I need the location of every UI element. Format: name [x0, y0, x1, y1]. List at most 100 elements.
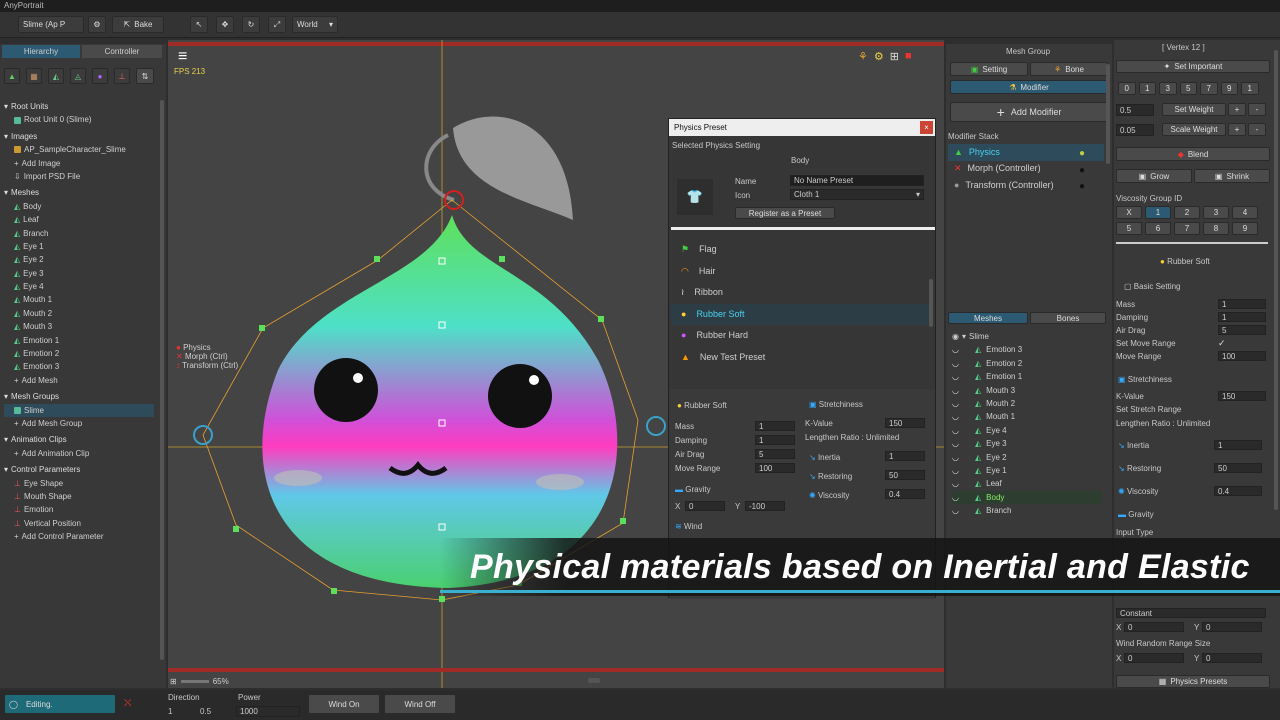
mg-item[interactable]: ◡ ◭ Eye 3 [952, 437, 1102, 450]
mass-field[interactable]: 1 [755, 421, 795, 431]
tree-item[interactable]: ◭ Branch [4, 227, 154, 240]
damping-field[interactable]: 1 [755, 435, 795, 445]
visibility-icon[interactable]: ◡ [952, 384, 962, 397]
viscosity-field[interactable]: 0.4 [1214, 486, 1262, 496]
value-button[interactable]: 5 [1179, 82, 1197, 95]
visibility-icon[interactable]: ◡ [952, 464, 962, 477]
set-important-button[interactable]: ✦ Set Important [1116, 60, 1270, 73]
x-field[interactable]: 0 [1124, 622, 1184, 632]
preset-item-rubber-soft[interactable]: ● Rubber Soft [671, 303, 929, 325]
inspector-scrollbar[interactable] [1274, 50, 1278, 510]
tree-item-selected[interactable]: Slime [4, 403, 154, 417]
tree-item[interactable]: + Add Control Parameter [4, 530, 154, 543]
tree-item[interactable]: ◭ Leaf [4, 213, 154, 226]
set-weight-button[interactable]: Set Weight [1162, 103, 1226, 116]
wy-field[interactable]: 0 [1202, 653, 1262, 663]
tree-item[interactable]: ◭ Emotion 3 [4, 360, 154, 373]
visibility-icon[interactable]: ◡ [952, 370, 962, 383]
preset-item-rubber-hard[interactable]: ● Rubber Hard [671, 325, 929, 347]
filter-image-button[interactable]: ▦ [26, 68, 42, 84]
inertia-field[interactable]: 1 [885, 451, 925, 461]
value-button[interactable]: 7 [1174, 222, 1200, 235]
vertex-handle-right[interactable] [646, 416, 666, 436]
mg-item[interactable]: ◡ ◭ Emotion 3 [952, 343, 1102, 356]
modifier-tab[interactable]: ⚗ Modifier [950, 80, 1108, 94]
moverange-field[interactable]: 100 [755, 463, 795, 473]
mg-item[interactable]: ◡ ◭ Mouth 1 [952, 410, 1102, 423]
filter-mesh-button[interactable]: ◭ [48, 68, 64, 84]
scale-weight-button[interactable]: Scale Weight [1162, 123, 1226, 136]
value-button[interactable]: 9 [1220, 82, 1238, 95]
visibility-icon[interactable]: ◡ [952, 397, 962, 410]
wx-field[interactable]: 0 [1124, 653, 1184, 663]
blend-button[interactable]: ◆ Blend [1116, 147, 1270, 161]
mg-item[interactable]: ◡ ◭ Leaf [952, 477, 1102, 490]
section-root-units[interactable]: ▾ Root Units [4, 100, 154, 113]
tree-item[interactable]: + Add Animation Clip [4, 447, 154, 460]
kvalue-field[interactable]: 150 [1218, 391, 1266, 401]
bone-tab[interactable]: ⚘ Bone [1030, 62, 1108, 76]
tree-item[interactable]: ◭ Mouth 2 [4, 307, 154, 320]
tab-controller[interactable]: Controller [82, 45, 162, 58]
value-button[interactable]: 2 [1174, 206, 1200, 219]
mg-item[interactable]: ◡ ◭ Mouth 2 [952, 397, 1102, 410]
settings-button[interactable]: ⚙ [88, 16, 106, 33]
setting-tab[interactable]: ▣ Setting [950, 62, 1028, 76]
visibility-icon[interactable]: ◡ [952, 410, 962, 423]
value-button[interactable]: 8 [1203, 222, 1229, 235]
wind-on-button[interactable]: Wind On [308, 694, 380, 714]
hierarchy-scrollbar[interactable] [160, 100, 164, 660]
inertia-field[interactable]: 1 [1214, 440, 1262, 450]
restoring-field[interactable]: 50 [1214, 463, 1262, 473]
bake-button[interactable]: ⇱ Bake [112, 16, 164, 33]
tab-hierarchy[interactable]: Hierarchy [2, 45, 80, 58]
value-button[interactable]: 9 [1232, 222, 1258, 235]
visibility-icon[interactable]: ◡ [952, 343, 962, 356]
y-field[interactable]: 0 [1202, 622, 1262, 632]
visibility-icon[interactable]: ◡ [952, 477, 962, 490]
tree-item[interactable]: Root Unit 0 (Slime) [4, 113, 154, 126]
grow-button[interactable]: ▣ Grow [1116, 169, 1192, 183]
section-control-parameters[interactable]: ▾ Control Parameters [4, 463, 154, 476]
space-dropdown[interactable]: World ▾ [292, 16, 338, 33]
tree-root[interactable]: ◉ ▾ Slime [952, 330, 1102, 343]
power-field[interactable]: 1000 [236, 706, 300, 717]
filter-all-button[interactable]: ▲ [4, 68, 20, 84]
tree-item[interactable]: + Add Image [4, 157, 154, 170]
filter-anim-button[interactable]: ● [92, 68, 108, 84]
tree-item[interactable]: ◭ Eye 2 [4, 253, 154, 266]
section-mesh-groups[interactable]: ▾ Mesh Groups [4, 390, 154, 403]
tree-item[interactable]: ◭ Emotion 2 [4, 347, 154, 360]
mg-item[interactable]: ◡ ◭ Eye 4 [952, 424, 1102, 437]
value-button[interactable]: 5 [1116, 222, 1142, 235]
shrink-button[interactable]: ▣ Shrink [1194, 169, 1270, 183]
value-button[interactable]: 1 [1145, 206, 1171, 219]
gravity-x-field[interactable]: 0 [685, 501, 725, 511]
airdrag-field[interactable]: 5 [755, 449, 795, 459]
scale-field[interactable]: 0.05 [1116, 124, 1154, 136]
preset-item-flag[interactable]: ⚑ Flag [671, 239, 929, 261]
visibility-icon[interactable]: ◡ [952, 424, 962, 437]
add-modifier-button[interactable]: + Add Modifier [950, 102, 1108, 122]
mg-item-selected[interactable]: ◡ ◭ Body [952, 490, 1102, 505]
weight-field[interactable]: 0.5 [1116, 104, 1154, 116]
damping-field[interactable]: 1 [1218, 312, 1266, 322]
icon-dropdown[interactable]: Cloth 1 ▾ [790, 189, 924, 200]
preset-item-hair[interactable]: ◠ Hair [671, 261, 929, 283]
register-preset-button[interactable]: Register as a Preset [735, 207, 835, 219]
mass-field[interactable]: 1 [1218, 299, 1266, 309]
mg-item[interactable]: ◡ ◭ Eye 2 [952, 451, 1102, 464]
airdrag-field[interactable]: 5 [1218, 325, 1266, 335]
value-button[interactable]: 4 [1232, 206, 1258, 219]
section-animation-clips[interactable]: ▾ Animation Clips [4, 433, 154, 446]
wind-off-button[interactable]: Wind Off [384, 694, 456, 714]
visibility-icon[interactable]: ◡ [952, 357, 962, 370]
tree-item[interactable]: ⊥ Vertical Position [4, 517, 154, 530]
tree-item[interactable]: ◭ Eye 1 [4, 240, 154, 253]
mesh-group-scrollbar[interactable] [1106, 64, 1110, 164]
constant-dropdown[interactable]: Constant [1116, 608, 1266, 618]
preset-item-ribbon[interactable]: ≀ Ribbon [671, 282, 929, 304]
close-icon[interactable]: × [920, 121, 933, 134]
section-images[interactable]: ▾ Images [4, 130, 154, 143]
scale-plus-button[interactable]: + [1228, 123, 1246, 136]
